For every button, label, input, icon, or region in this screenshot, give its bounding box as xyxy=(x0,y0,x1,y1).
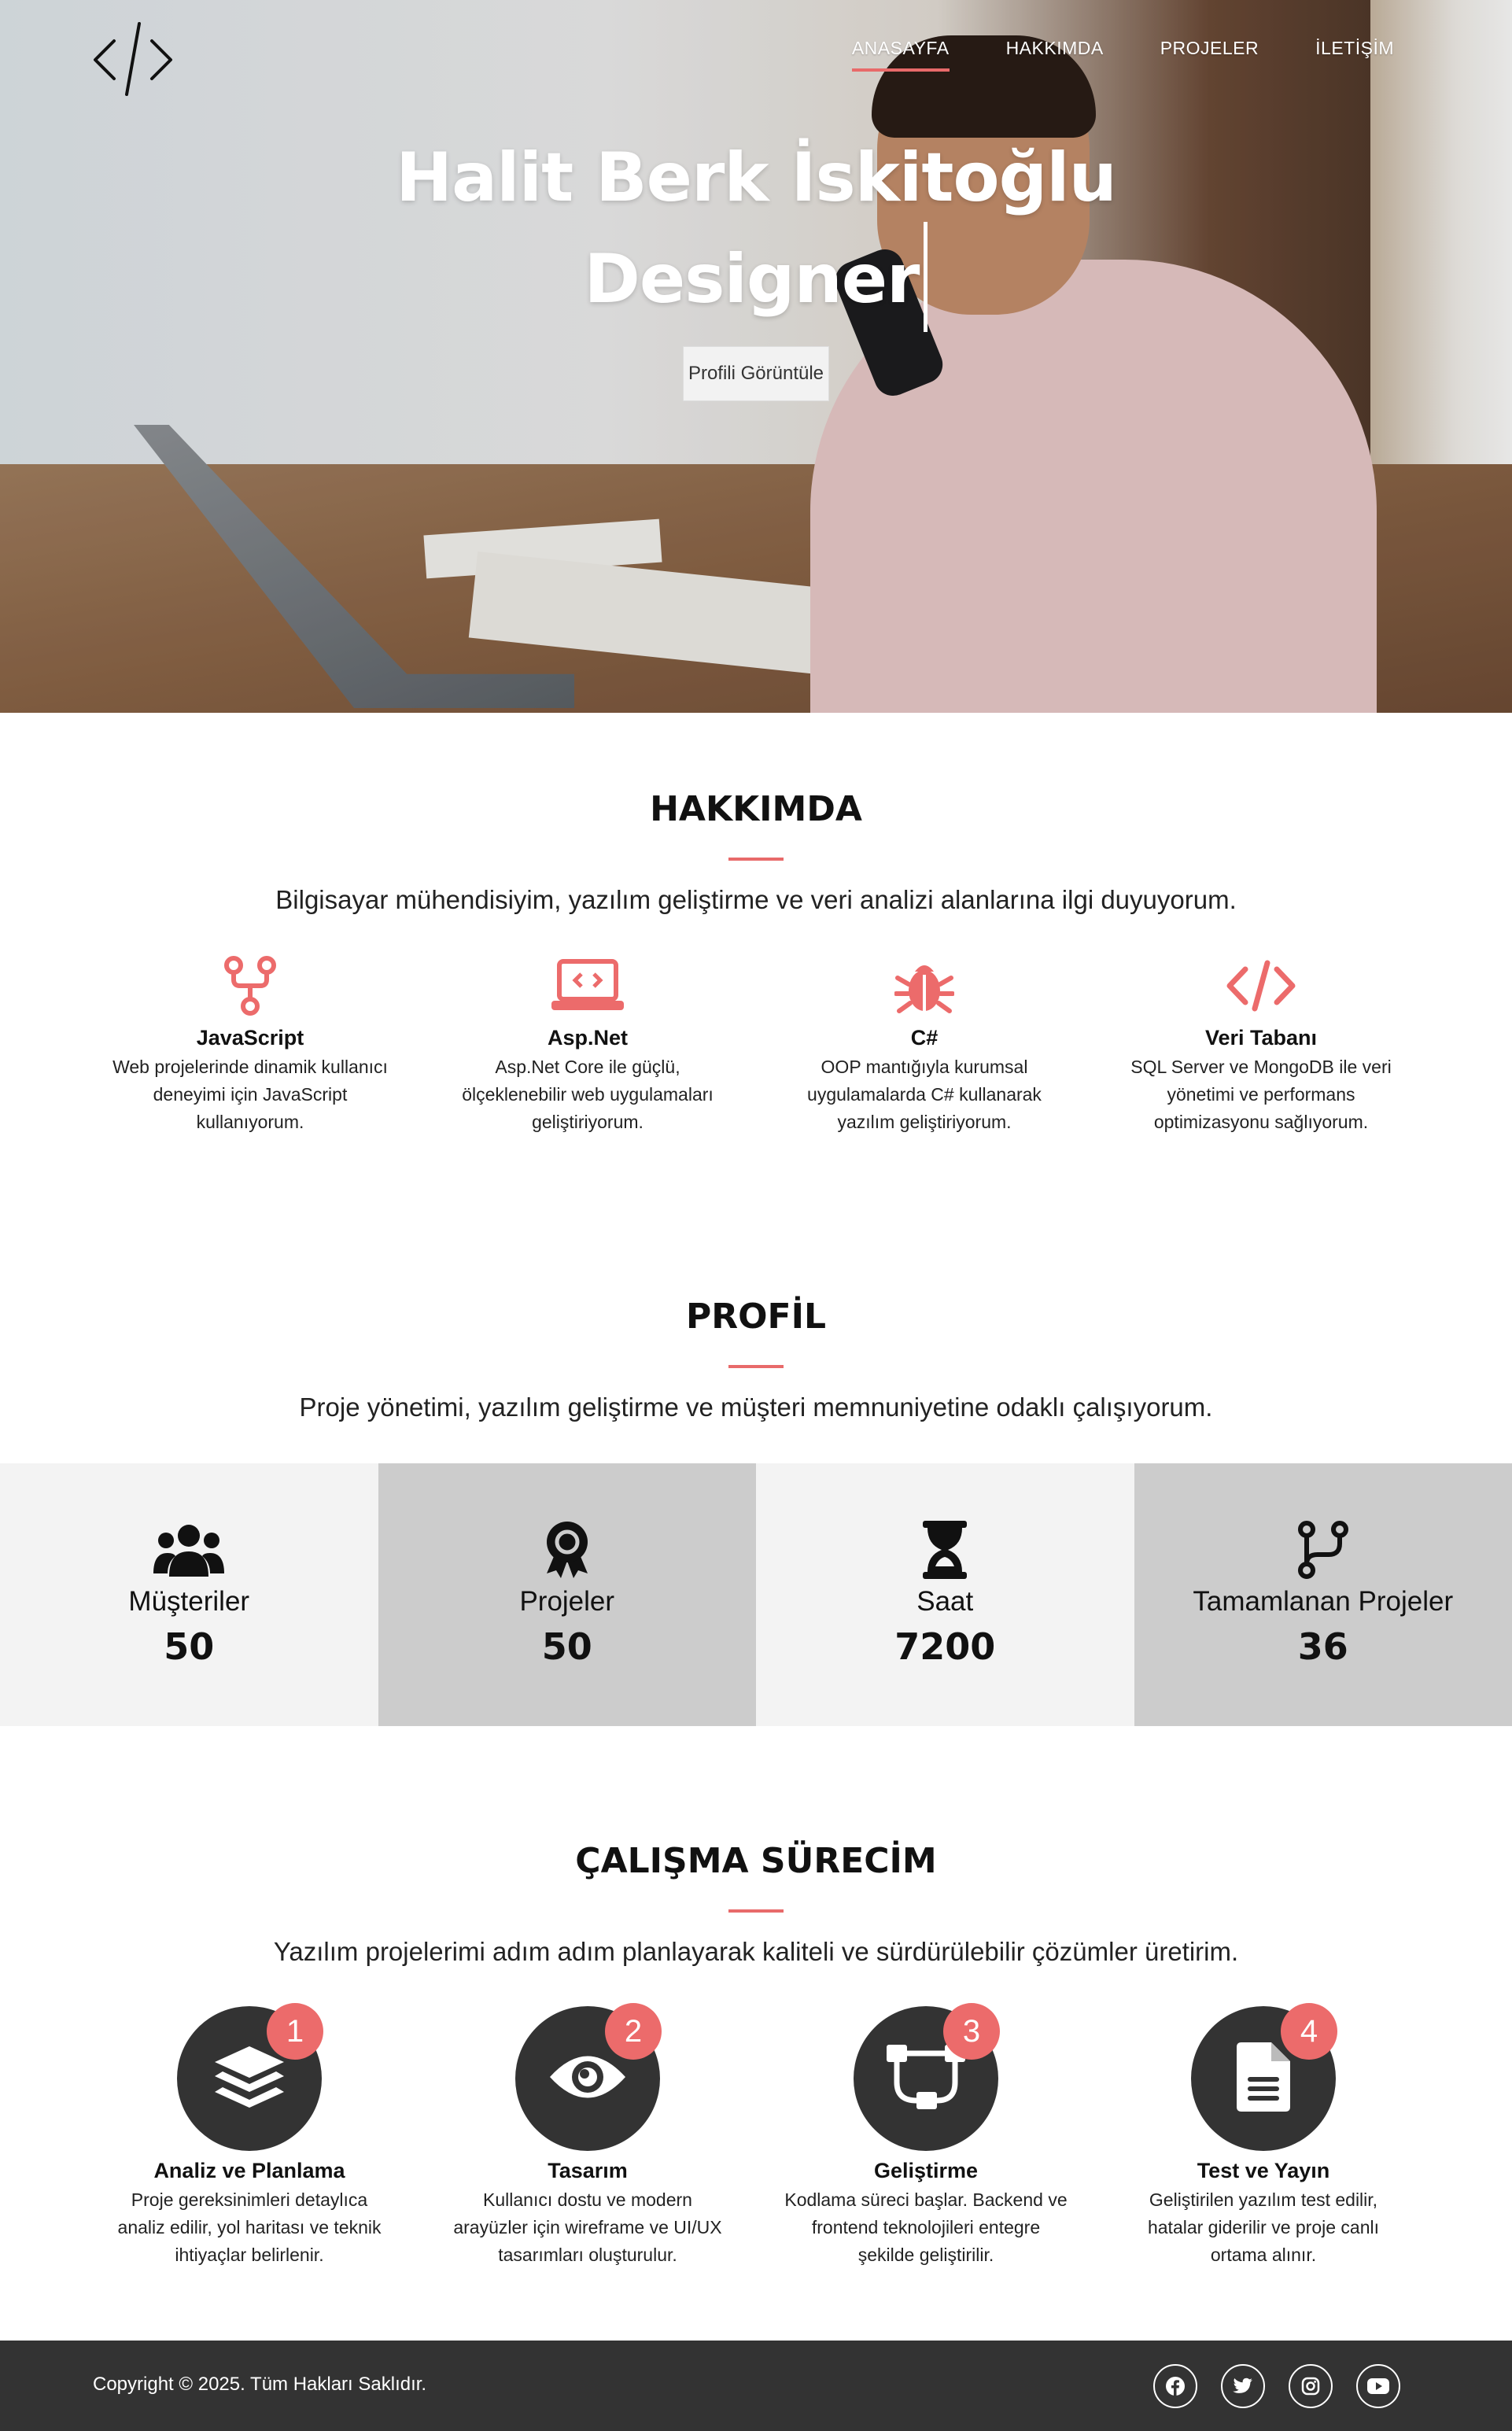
stat-label: Saat xyxy=(916,1586,974,1617)
skill-title: C# xyxy=(910,1026,939,1049)
users-icon xyxy=(0,1518,378,1581)
stats-bar: Müşteriler 50 Projeler 50 Saat 7200 Tama… xyxy=(0,1463,1512,1726)
bug-icon xyxy=(763,952,1086,1020)
skill-aspnet: Asp.Net Asp.Net Core ile güçlü, ölçeklene… xyxy=(426,952,749,1136)
stat-projects: Projeler 50 xyxy=(378,1463,757,1726)
process-title-underline xyxy=(728,1909,784,1913)
step-circle: 1 xyxy=(177,2003,323,2151)
profile-subtitle: Proje yönetimi, yazılım geliştirme ve mü… xyxy=(299,1393,1213,1422)
skill-description: Asp.Net Core ile güçlü, ölçeklenebilir we… xyxy=(462,1057,714,1132)
step-analysis: 1 Analiz ve Planlama Proje gereksinimler… xyxy=(84,2003,415,2269)
code-icon xyxy=(1100,952,1422,1020)
typing-cursor xyxy=(924,222,928,332)
skill-title: JavaScript xyxy=(196,1026,304,1049)
about-title: HAKKIMDA xyxy=(650,789,862,829)
step-circle: 2 xyxy=(515,2003,662,2151)
navbar: ANASAYFA HAKKIMDA PROJELER İLETİŞİM xyxy=(0,0,1512,102)
step-number-badge: 1 xyxy=(267,2003,323,2060)
step-circle: 4 xyxy=(1191,2003,1337,2151)
award-icon xyxy=(378,1518,757,1581)
hero-section: ANASAYFA HAKKIMDA PROJELER İLETİŞİM Hali… xyxy=(0,0,1512,713)
code-brackets-icon[interactable] xyxy=(90,19,175,98)
code-fork-icon xyxy=(89,952,411,1020)
social-links xyxy=(1153,2364,1400,2408)
step-title: Analiz ve Planlama xyxy=(153,2159,345,2182)
stat-hours: Saat 7200 xyxy=(756,1463,1134,1726)
stat-value: 50 xyxy=(164,1625,215,1668)
skill-description: SQL Server ve MongoDB ile veri yönetimi v… xyxy=(1130,1057,1392,1132)
step-circle: 3 xyxy=(854,2003,1000,2151)
skill-title: Veri Tabanı xyxy=(1204,1026,1318,1049)
step-description: Kullanıcı dostu ve modern arayüzler için … xyxy=(453,2189,722,2265)
step-number-badge: 3 xyxy=(943,2003,1000,2060)
stat-completed-projects: Tamamlanan Projeler 36 xyxy=(1134,1463,1512,1726)
skill-javascript: JavaScript Web projelerinde dinamik kull… xyxy=(89,952,411,1136)
step-number-badge: 2 xyxy=(605,2003,662,2060)
stat-label: Tamamlanan Projeler xyxy=(1193,1586,1454,1617)
step-development: 3 Geliştirme Kodlama süreci başlar. Back… xyxy=(761,2003,1091,2269)
skill-description: Web projelerinde dinamik kullanıcı deneyi… xyxy=(112,1057,388,1132)
hero-name: Halit Berk İskitoğlu xyxy=(396,138,1117,217)
stat-value: 50 xyxy=(541,1625,592,1668)
nav-item-anasayfa[interactable]: ANASAYFA xyxy=(851,38,950,72)
hero-role: Designer xyxy=(584,240,920,319)
stat-label: Müşteriler xyxy=(128,1586,250,1617)
skill-title: Asp.Net xyxy=(547,1026,628,1049)
profile-title-underline xyxy=(728,1365,784,1368)
nav-menu: ANASAYFA HAKKIMDA PROJELER İLETİŞİM xyxy=(851,38,1394,72)
step-design: 2 Tasarım Kullanıcı dostu ve modern arayü… xyxy=(422,2003,753,2269)
step-test-release: 4 Test ve Yayın Geliştirilen yazılım tes… xyxy=(1098,2003,1429,2269)
about-subtitle: Bilgisayar mühendisiyim, yazılım gelişti… xyxy=(275,885,1237,914)
step-number-badge: 4 xyxy=(1281,2003,1337,2060)
about-title-underline xyxy=(728,858,784,861)
eye-icon xyxy=(548,2051,627,2106)
file-icon xyxy=(1235,2041,1292,2116)
step-title: Test ve Yayın xyxy=(1197,2159,1330,2182)
step-description: Kodlama süreci başlar. Backend ve fronten… xyxy=(784,2189,1068,2265)
skill-csharp: C# OOP mantığıyla kurumsal uygulamalarda … xyxy=(763,952,1086,1136)
layers-icon xyxy=(212,2043,287,2114)
step-description: Proje gereksinimleri detaylıca analiz edi… xyxy=(117,2189,382,2265)
twitter-icon[interactable] xyxy=(1221,2364,1265,2408)
nav-item-projeler[interactable]: PROJELER xyxy=(1160,38,1259,72)
skill-description: OOP mantığıyla kurumsal uygulamalarda C# … xyxy=(807,1057,1042,1132)
step-title: Tasarım xyxy=(548,2159,628,2182)
nav-item-hakkimda[interactable]: HAKKIMDA xyxy=(1006,38,1104,72)
profile-title: PROFİL xyxy=(686,1297,826,1337)
hourglass-icon xyxy=(756,1518,1134,1581)
facebook-icon[interactable] xyxy=(1153,2364,1197,2408)
stat-customers: Müşteriler 50 xyxy=(0,1463,378,1726)
process-title: ÇALIŞMA SÜRECİM xyxy=(575,1841,937,1881)
stat-label: Projeler xyxy=(519,1586,615,1617)
copyright-text: Copyright © 2025. Tüm Hakları Saklıdır. xyxy=(93,2374,427,2395)
footer: Copyright © 2025. Tüm Hakları Saklıdır. xyxy=(0,2341,1512,2431)
nav-item-iletisim[interactable]: İLETİŞİM xyxy=(1315,38,1394,72)
step-title: Geliştirme xyxy=(873,2159,979,2182)
hero-text: Halit Berk İskitoğlu Designer Profili Gö… xyxy=(0,134,1512,401)
view-profile-button[interactable]: Profili Görüntüle xyxy=(682,346,830,401)
laptop-code-icon xyxy=(426,952,749,1020)
process-subtitle: Yazılım projelerimi adım adım planlayara… xyxy=(273,1937,1239,1966)
stat-value: 36 xyxy=(1297,1625,1348,1668)
stat-value: 7200 xyxy=(894,1625,996,1668)
step-description: Geliştirilen yazılım test edilir, hatalar… xyxy=(1147,2189,1380,2265)
skill-database: Veri Tabanı SQL Server ve MongoDB ile ve… xyxy=(1100,952,1422,1136)
youtube-icon[interactable] xyxy=(1356,2364,1400,2408)
instagram-icon[interactable] xyxy=(1289,2364,1333,2408)
code-branch-icon xyxy=(1134,1518,1512,1581)
